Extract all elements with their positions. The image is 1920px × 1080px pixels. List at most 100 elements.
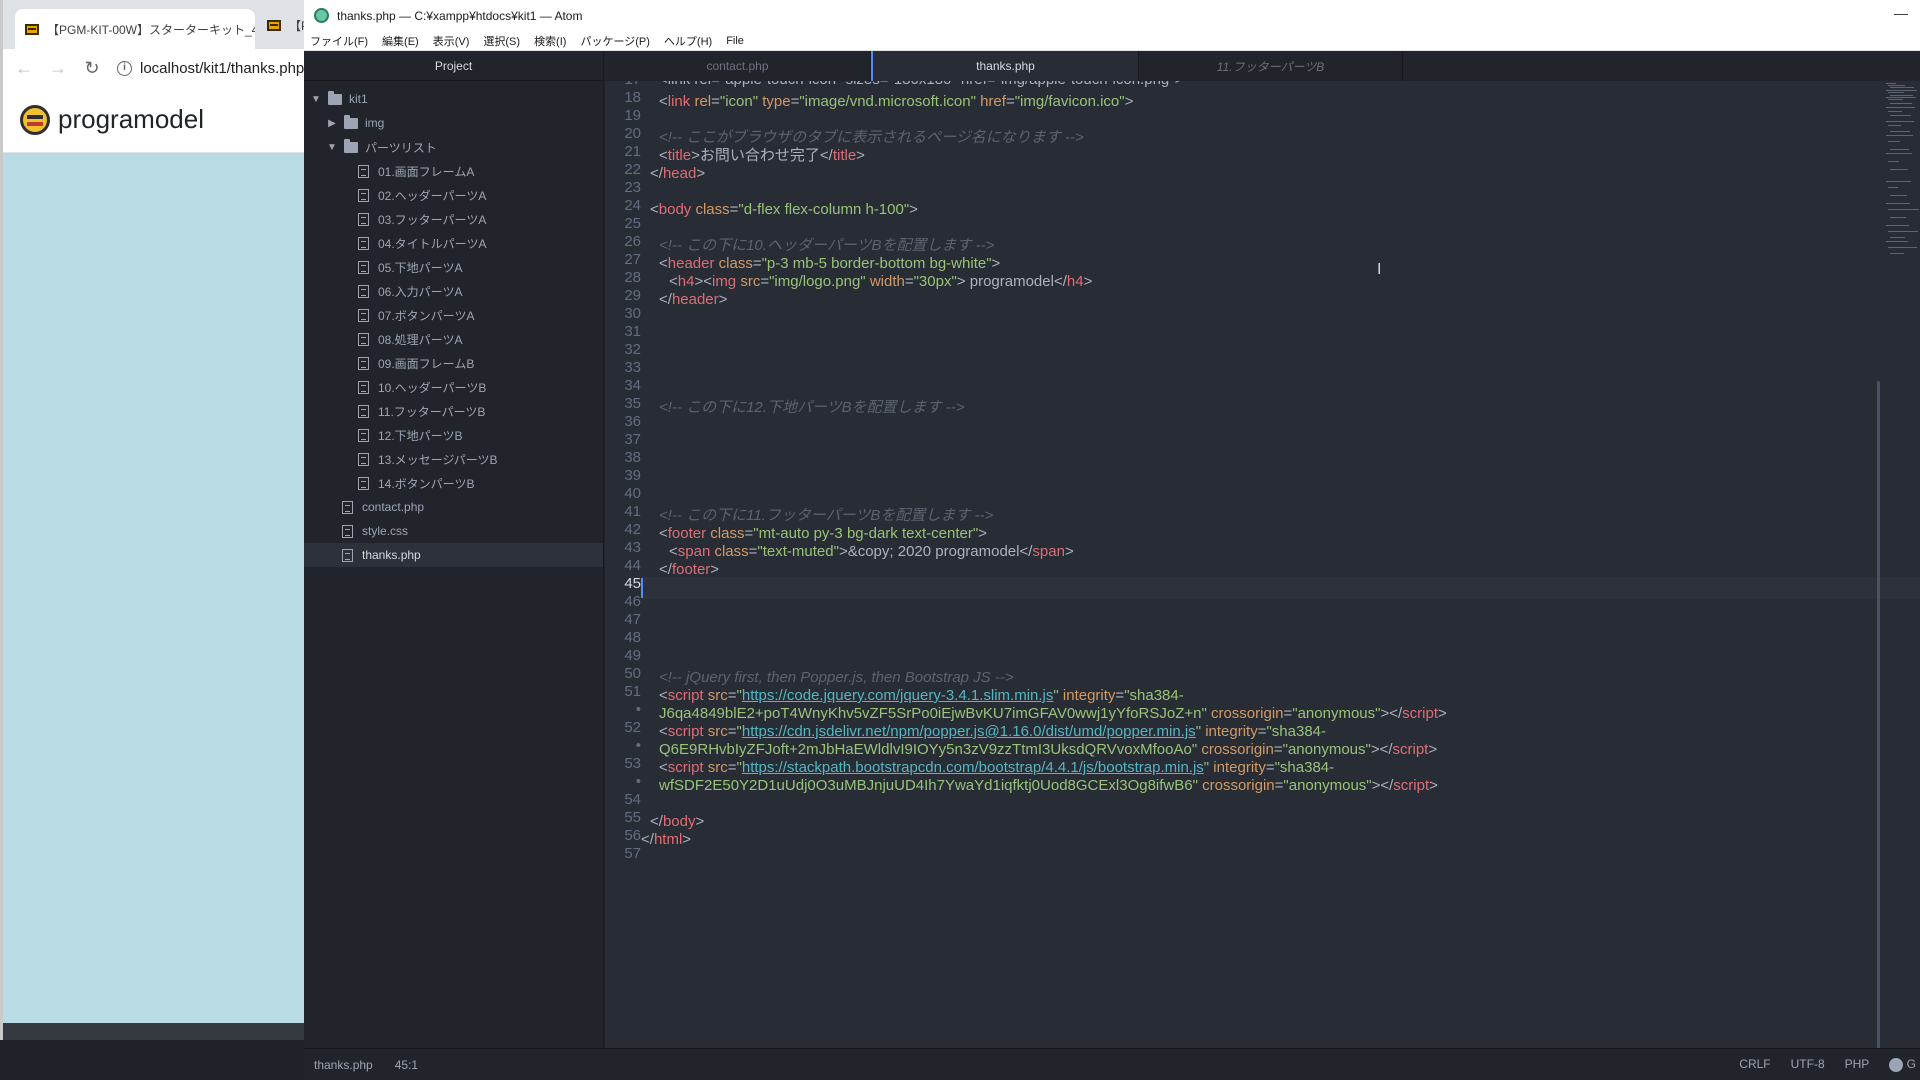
tree-folder-kit1[interactable]: ▼ kit1 xyxy=(304,87,603,111)
tree-file-part[interactable]: 14.ボタンパーツB xyxy=(304,471,603,495)
tree-header[interactable]: Project xyxy=(304,51,603,81)
status-file-name[interactable]: thanks.php xyxy=(314,1058,373,1072)
reload-icon[interactable]: ↻ xyxy=(83,58,101,79)
minimap-line xyxy=(1890,253,1904,254)
chevron-right-icon: ▶ xyxy=(328,117,336,129)
tree-file-label: 03.フッターパーツA xyxy=(378,212,487,227)
address-bar[interactable]: i localhost/kit1/thanks.php xyxy=(117,60,304,77)
file-icon xyxy=(358,332,369,346)
jquery-url-link[interactable]: https://code.jquery.com/jquery-3.4.1.sli… xyxy=(742,687,1054,704)
menu-find[interactable]: 検索(I) xyxy=(534,33,566,49)
forward-arrow-icon[interactable]: → xyxy=(49,58,67,79)
tree-file-label: 10.ヘッダーパーツB xyxy=(378,380,487,395)
integrity-value: "sha384- xyxy=(1266,723,1327,740)
minimap-line xyxy=(1890,87,1914,88)
minimap-line xyxy=(1890,131,1910,132)
tree-file-label: 11.フッターパーツB xyxy=(378,404,486,419)
file-icon xyxy=(358,476,369,490)
tree-folder-parts[interactable]: ▼ パーツリスト xyxy=(304,135,603,159)
menu-view[interactable]: 表示(V) xyxy=(433,33,470,49)
minimize-icon[interactable]: — xyxy=(1894,5,1908,21)
popper-url-link[interactable]: https://cdn.jsdelivr.net/npm/popper.js@1… xyxy=(742,723,1196,740)
tree-file-thanks[interactable]: thanks.php xyxy=(304,543,603,567)
status-line-ending[interactable]: CRLF xyxy=(1739,1057,1770,1071)
bootstrap-url-link[interactable]: https://stackpath.bootstrapcdn.com/boots… xyxy=(742,759,1204,776)
header-class-value: "p-3 mb-5 border-bottom bg-white" xyxy=(761,255,992,272)
tab-footer-parts[interactable]: 11.フッターパーツB xyxy=(1139,51,1403,81)
tree-file-part[interactable]: 05.下地パーツA xyxy=(304,255,603,279)
file-icon xyxy=(358,236,369,250)
tree-file-part[interactable]: 01.画面フレームA xyxy=(304,159,603,183)
page-header: programodel xyxy=(3,87,309,153)
tree-file-part[interactable]: 13.メッセージパーツB xyxy=(304,447,603,471)
menu-file-extra[interactable]: File xyxy=(726,35,744,47)
tree-file-part[interactable]: 11.フッターパーツB xyxy=(304,399,603,423)
chevron-down-icon: ▼ xyxy=(311,93,321,105)
h4-text: programodel xyxy=(965,273,1054,290)
minimap[interactable] xyxy=(1884,81,1920,261)
current-line-highlight xyxy=(641,577,1920,599)
site-favicon-icon xyxy=(25,23,39,35)
minimap-line xyxy=(1886,107,1915,108)
tree-file-part[interactable]: 10.ヘッダーパーツB xyxy=(304,375,603,399)
tab-contact[interactable]: contact.php xyxy=(605,51,871,81)
tree-file-style[interactable]: style.css xyxy=(304,519,603,543)
menu-edit[interactable]: 編集(E) xyxy=(382,33,419,49)
menu-selection[interactable]: 選択(S) xyxy=(483,33,520,49)
vertical-scrollbar[interactable] xyxy=(1877,381,1880,1048)
tree-file-part[interactable]: 02.ヘッダーパーツA xyxy=(304,183,603,207)
code-line-18: <link rel="icon" type="image/vnd.microso… xyxy=(659,93,1134,110)
page-footer xyxy=(3,1023,309,1040)
info-icon[interactable]: i xyxy=(117,60,132,76)
code-area[interactable]: <link rel="apple-touch-icon" sizes="180x… xyxy=(605,81,1920,1048)
minimap-line xyxy=(1886,153,1912,154)
file-icon xyxy=(358,260,369,274)
browser-tab-active[interactable]: 【PGM-KIT-00W】スターターキット_4 × xyxy=(15,9,255,49)
github-icon xyxy=(1889,1057,1904,1072)
tab-thanks[interactable]: thanks.php xyxy=(871,51,1139,81)
tree-file-part[interactable]: 06.入力パーツA xyxy=(304,279,603,303)
file-icon xyxy=(358,284,369,298)
text-cursor xyxy=(641,578,643,598)
status-encoding[interactable]: UTF-8 xyxy=(1791,1057,1825,1071)
tree-file-part[interactable]: 09.画面フレームB xyxy=(304,351,603,375)
tree-file-label: 12.下地パーツB xyxy=(378,428,463,443)
tree-file-part[interactable]: 12.下地パーツB xyxy=(304,423,603,447)
minimap-line xyxy=(1886,181,1911,182)
tree-file-label: 07.ボタンパーツA xyxy=(378,308,475,323)
status-cursor-position[interactable]: 45:1 xyxy=(395,1058,418,1072)
tree-file-part[interactable]: 07.ボタンパーツA xyxy=(304,303,603,327)
tree-file-part[interactable]: 03.フッターパーツA xyxy=(304,207,603,231)
status-grammar[interactable]: PHP xyxy=(1845,1057,1870,1071)
minimap-line xyxy=(1890,195,1907,196)
menu-help[interactable]: ヘルプ(H) xyxy=(664,33,712,49)
tree-file-contact[interactable]: contact.php xyxy=(304,495,603,519)
tree-file-label: 04.タイトルパーツA xyxy=(378,236,487,251)
chevron-down-icon: ▼ xyxy=(327,141,337,153)
code-line-22: </head> xyxy=(650,165,706,182)
minimap-line xyxy=(1890,103,1912,104)
tree-file-part[interactable]: 08.処理パーツA xyxy=(304,327,603,351)
file-icon xyxy=(358,164,369,178)
menu-bar: ファイル(F) 編集(E) 表示(V) 選択(S) 検索(I) パッケージ(P)… xyxy=(304,31,1920,51)
minimap-line xyxy=(1886,97,1916,98)
menu-file[interactable]: ファイル(F) xyxy=(310,33,368,49)
tree-file-part[interactable]: 04.タイトルパーツA xyxy=(304,231,603,255)
tree-file-label: 09.画面フレームB xyxy=(378,356,475,371)
minimap-line xyxy=(1890,169,1908,170)
back-arrow-icon[interactable]: ← xyxy=(15,58,33,79)
brand-name: programodel xyxy=(58,104,204,134)
tree-file-label: 02.ヘッダーパーツA xyxy=(378,188,487,203)
status-github[interactable]: G xyxy=(1889,1057,1916,1072)
menu-packages[interactable]: パッケージ(P) xyxy=(580,33,649,49)
window-title: thanks.php — C:¥xampp¥htdocs¥kit1 — Atom xyxy=(337,8,583,23)
folder-icon xyxy=(344,138,358,153)
tree-folder-label: kit1 xyxy=(349,92,368,106)
title-text: お問い合わせ完了 xyxy=(699,147,820,164)
code-editor[interactable]: 1718192021222324252627282930313233343536… xyxy=(605,81,1920,1048)
status-bar: thanks.php 45:1 CRLF UTF-8 PHP G xyxy=(304,1048,1920,1080)
ibeam-cursor-icon: I xyxy=(1377,261,1382,278)
tree-folder-img[interactable]: ▶ img xyxy=(304,111,603,135)
code-line-53-wrap: wfSDF2E50Y2D1uUdj0O3uMBJnjuUD4Ih7YwaYd1i… xyxy=(659,777,1438,794)
span-text: &copy; 2020 programodel xyxy=(847,543,1020,560)
